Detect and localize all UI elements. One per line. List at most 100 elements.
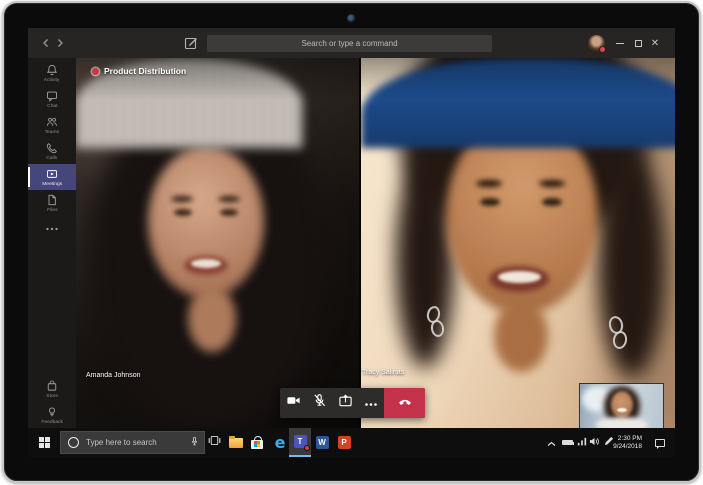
share-screen-button[interactable] (332, 388, 358, 418)
word-button[interactable]: W (311, 428, 333, 457)
sidebar-item-meetings[interactable]: Meetings (28, 164, 76, 190)
powerpoint-tile-letter: P (341, 438, 346, 447)
taskbar-clock[interactable]: 2:30 PM 9/24/2018 (612, 428, 642, 457)
portrait-shape (494, 300, 548, 372)
mic-muted-icon (312, 393, 327, 413)
word-tile-letter: W (318, 438, 326, 447)
portrait-shape (396, 153, 454, 368)
mic-mute-button[interactable] (306, 388, 332, 418)
powerpoint-button[interactable]: P (333, 428, 355, 457)
video-camera-icon (286, 393, 301, 413)
hidden-icons-chevron (547, 434, 556, 452)
portrait-shape (542, 198, 562, 206)
hang-up-button[interactable] (384, 388, 425, 418)
self-view-thumbnail[interactable] (580, 384, 663, 428)
task-view-icon (208, 434, 221, 452)
back-chevron-icon[interactable] (39, 36, 53, 50)
participant-name: Amanda Johnson (86, 372, 140, 379)
portrait-shape (191, 259, 221, 268)
compose-icon[interactable] (183, 35, 199, 51)
close-icon: ✕ (651, 38, 659, 49)
sidebar-item-files[interactable]: Files (28, 190, 76, 216)
call-control-bar (280, 388, 425, 418)
teams-app-button[interactable]: T (289, 428, 311, 457)
teams-app-icon: T (294, 435, 307, 448)
portrait-shape (480, 198, 500, 206)
portrait-shape (188, 286, 236, 352)
device-frame: Search or type a command ✕ Activity Chat (2, 1, 701, 483)
sidebar-item-store[interactable]: Store (28, 376, 76, 402)
edge-button[interactable]: e (269, 428, 291, 457)
teams-titlebar: Search or type a command ✕ (28, 28, 675, 58)
file-icon (46, 194, 58, 206)
edge-icon: e (275, 435, 286, 451)
screen: Search or type a command ✕ Activity Chat (28, 28, 675, 457)
mic-icon[interactable] (190, 434, 199, 452)
hidden-icons-button[interactable] (544, 428, 558, 457)
clock-date: 9/24/2018 (613, 443, 642, 451)
more-options-button[interactable] (358, 388, 384, 418)
feedback-bulb-icon (46, 406, 58, 418)
avatar[interactable] (588, 35, 605, 52)
notification-dot (304, 445, 310, 451)
close-button[interactable]: ✕ (642, 28, 668, 58)
chat-icon (46, 90, 58, 102)
battery-status[interactable] (559, 428, 575, 457)
taskbar-search-input[interactable]: Type here to search (60, 431, 205, 454)
sidebar-item-label: Calls (47, 155, 58, 160)
front-camera (347, 14, 356, 23)
portrait-shape (218, 196, 240, 202)
presence-busy-badge (599, 46, 606, 53)
recording-banner: Product Distribution (92, 66, 186, 76)
sidebar-item-chat[interactable]: Chat (28, 86, 76, 112)
page: Search or type a command ✕ Activity Chat (0, 0, 703, 485)
sidebar-item-label: Meetings (42, 181, 62, 186)
portrait-shape (611, 391, 633, 418)
sidebar-item-label: Teams (45, 129, 59, 134)
volume-status[interactable] (587, 428, 601, 457)
forward-chevron-icon[interactable] (53, 36, 67, 50)
portrait-shape (148, 146, 264, 298)
share-screen-icon (338, 393, 353, 413)
more-options-icon (364, 394, 378, 412)
file-explorer-icon (229, 438, 243, 448)
portrait-shape (596, 417, 648, 428)
phone-icon (46, 142, 58, 154)
powerpoint-icon: P (338, 436, 351, 449)
cortana-ring-icon (68, 437, 79, 448)
task-view-button[interactable] (203, 428, 225, 457)
battery-icon (562, 440, 573, 445)
windows-logo-icon (39, 437, 51, 449)
action-center-button[interactable] (648, 428, 672, 457)
sidebar-item-label: Store (46, 393, 58, 398)
sidebar-item-calls[interactable]: Calls (28, 138, 76, 164)
sidebar-item-label: Feedback (41, 419, 63, 424)
portrait-shape (599, 153, 665, 378)
camera-toggle-button[interactable] (280, 388, 306, 418)
meeting-stage: Product Distribution Amanda Johnson Trac… (76, 58, 675, 428)
portrait-shape (539, 180, 565, 187)
more-ellipsis-icon (45, 226, 59, 232)
taskbar-search-placeholder: Type here to search (86, 438, 190, 447)
command-search-input[interactable]: Search or type a command (207, 35, 492, 52)
clock-time: 2:30 PM (618, 435, 642, 443)
teams-people-icon (46, 116, 58, 128)
microsoft-store-button[interactable] (246, 428, 268, 457)
sidebar-item-activity[interactable]: Activity (28, 60, 76, 86)
store-bag-icon (46, 380, 58, 392)
sidebar-item-feedback[interactable]: Feedback (28, 402, 76, 428)
portrait-shape (171, 196, 193, 202)
sidebar-more-button[interactable] (28, 216, 76, 242)
windows-taskbar: Type here to search e T (28, 428, 675, 457)
file-explorer-button[interactable] (225, 428, 247, 457)
portrait-shape (498, 271, 541, 283)
sidebar-item-teams[interactable]: Teams (28, 112, 76, 138)
sidebar-item-label: Chat (47, 103, 57, 108)
sidebar-item-label: Files (47, 207, 57, 212)
start-button[interactable] (33, 428, 57, 457)
minimize-icon (616, 43, 624, 44)
portrait-shape (220, 209, 238, 216)
participant-video-2[interactable] (361, 58, 675, 428)
sidebar-item-label: Activity (44, 77, 60, 82)
action-center-icon (655, 439, 665, 447)
